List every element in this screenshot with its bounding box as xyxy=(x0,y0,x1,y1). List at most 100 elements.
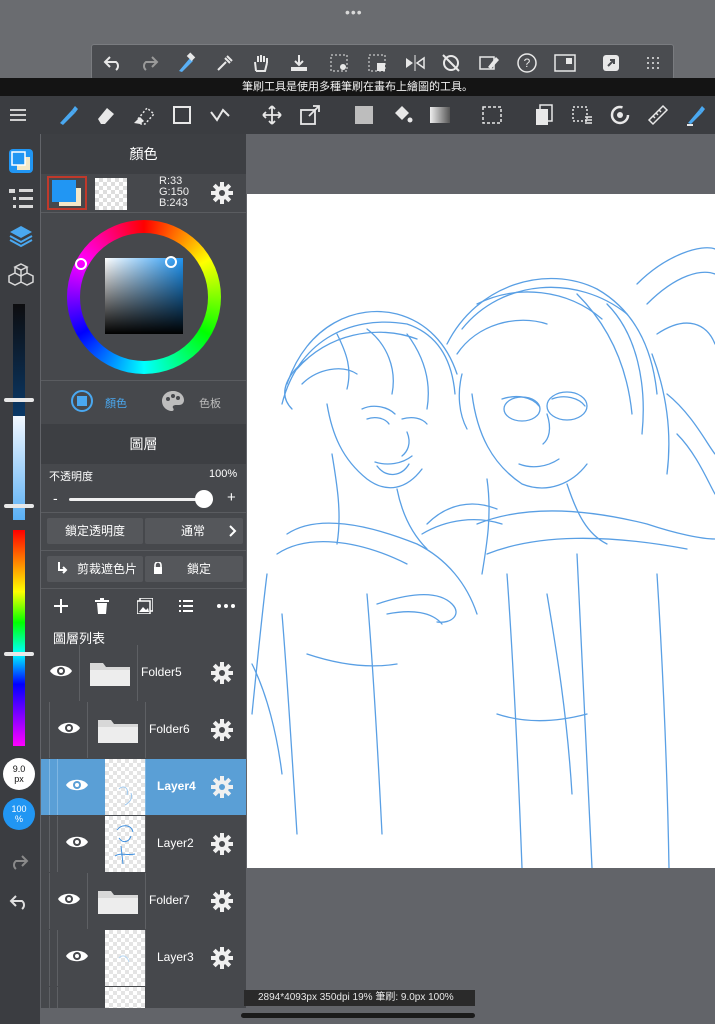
eraser-selection-icon[interactable] xyxy=(476,51,502,75)
rgb-readout: R:33 G:150 B:243 xyxy=(159,176,189,209)
transparent-color-swatch[interactable] xyxy=(95,178,127,210)
layer-settings-gear-icon[interactable] xyxy=(211,890,233,912)
side-panel: 顏色 R:33 G:150 B:243 顏色 色板 圖層 不透明度 100% -… xyxy=(41,134,246,1008)
lock-layer-button[interactable]: 鎖定 xyxy=(145,556,243,582)
clipping-mask-button[interactable]: 剪裁遮色片 xyxy=(47,556,143,582)
bucket-tool-icon[interactable] xyxy=(388,101,416,129)
home-indicator[interactable] xyxy=(241,1013,475,1018)
saturation-value-square[interactable] xyxy=(105,258,183,334)
opacity-value: 100% xyxy=(209,468,238,480)
brush-size-handle[interactable] xyxy=(4,398,34,402)
selection-tool-icon[interactable] xyxy=(478,101,506,129)
rotate-canvas-icon[interactable] xyxy=(606,101,634,129)
sketch-artwork xyxy=(251,247,715,868)
more-options-icon[interactable] xyxy=(217,604,235,608)
redo-icon[interactable] xyxy=(136,51,162,75)
selection-menu-icon[interactable] xyxy=(568,101,596,129)
layer-row-partial[interactable] xyxy=(41,987,246,1008)
transform-tool-icon[interactable] xyxy=(296,101,324,129)
visibility-eye-icon[interactable] xyxy=(65,833,89,851)
opacity-minus-button[interactable]: - xyxy=(53,490,58,506)
color-panel-toggle-icon[interactable] xyxy=(8,148,34,174)
grid-icon[interactable] xyxy=(640,51,666,75)
eyedropper-icon[interactable] xyxy=(212,51,238,75)
opacity-plus-button[interactable]: + xyxy=(227,489,236,506)
eraser-select-icon[interactable] xyxy=(130,101,158,129)
sv-picker-handle[interactable] xyxy=(165,256,177,268)
redo-side-icon[interactable] xyxy=(9,854,29,870)
undo-side-icon[interactable] xyxy=(9,894,29,910)
layer-thumbnail xyxy=(105,930,145,986)
layer-settings-gear-icon[interactable] xyxy=(211,719,233,741)
layers-list-icon[interactable] xyxy=(530,101,558,129)
opacity-badge[interactable]: 100 % xyxy=(3,798,35,830)
hue-handle[interactable] xyxy=(4,652,34,656)
ruler-icon[interactable] xyxy=(644,101,672,129)
shape-tool-icon[interactable] xyxy=(168,101,196,129)
layer-row-layer2[interactable]: Layer2 xyxy=(41,816,246,872)
polyline-tool-icon[interactable] xyxy=(206,101,234,129)
tab-color-label[interactable]: 顏色 xyxy=(105,395,127,411)
layers-panel-icon[interactable] xyxy=(8,224,34,248)
multitask-dots[interactable]: ••• xyxy=(345,4,363,20)
select-transform-icon[interactable] xyxy=(326,51,352,75)
layer-row-folder7[interactable]: Folder7 xyxy=(41,873,246,929)
layer-row-layer3[interactable]: Layer3 xyxy=(41,930,246,986)
layer-settings-gear-icon[interactable] xyxy=(211,776,233,798)
tool-hint-bar: 筆刷工具是使用多種筆刷在畫布上繪圖的工具。 xyxy=(0,78,715,96)
layer-name: Folder6 xyxy=(149,722,190,736)
color-settings-gear-icon[interactable] xyxy=(211,182,233,204)
visibility-eye-icon[interactable] xyxy=(57,719,81,737)
layer-opacity-knob[interactable] xyxy=(195,490,213,508)
layer-tree-icon[interactable] xyxy=(9,188,33,210)
layer-row-layer4[interactable]: Layer4 xyxy=(41,759,246,815)
menu-icon[interactable] xyxy=(4,101,32,129)
left-rail: 9.0 px 100 % xyxy=(0,134,40,1024)
import-icon[interactable] xyxy=(286,51,312,75)
opacity-badge-value: 100 xyxy=(11,804,27,814)
hue-picker-handle[interactable] xyxy=(75,258,87,270)
share-icon[interactable] xyxy=(598,51,624,75)
layer-name: Layer4 xyxy=(157,779,196,793)
opacity-handle[interactable] xyxy=(4,504,34,508)
layer-image-icon[interactable] xyxy=(137,598,153,614)
add-layer-icon[interactable] xyxy=(53,598,69,614)
help-icon[interactable]: ? xyxy=(514,51,540,75)
layer-properties-icon[interactable] xyxy=(179,599,193,613)
visibility-eye-icon[interactable] xyxy=(57,890,81,908)
blend-mode-select[interactable]: 通常 xyxy=(145,518,243,544)
brush-tool-icon[interactable] xyxy=(54,101,82,129)
select-fill-icon[interactable] xyxy=(364,51,390,75)
visibility-eye-icon[interactable] xyxy=(49,662,73,680)
undo-icon[interactable] xyxy=(100,51,126,75)
materials-icon[interactable] xyxy=(8,262,34,286)
hue-slider[interactable] xyxy=(13,530,25,746)
pen-settings-icon[interactable] xyxy=(682,101,710,129)
move-tool-icon[interactable] xyxy=(258,101,286,129)
tab-color[interactable] xyxy=(71,390,93,412)
visibility-eye-icon[interactable] xyxy=(65,776,89,794)
layer-row-folder5[interactable]: Folder5 xyxy=(41,645,246,701)
gradient-tool-icon[interactable] xyxy=(426,101,454,129)
layer-settings-gear-icon[interactable] xyxy=(211,662,233,684)
layer-opacity-slider[interactable] xyxy=(69,490,213,508)
eraser-tool-icon[interactable] xyxy=(92,101,120,129)
tab-palette-label[interactable]: 色板 xyxy=(199,395,221,411)
visibility-eye-icon[interactable] xyxy=(65,947,89,965)
window-icon[interactable] xyxy=(552,51,578,75)
rotate-off-icon[interactable] xyxy=(438,51,464,75)
hand-icon[interactable] xyxy=(248,51,274,75)
lock-alpha-button[interactable]: 鎖定透明度 xyxy=(47,518,143,544)
lock-label: 鎖定 xyxy=(187,562,212,576)
brush-size-badge[interactable]: 9.0 px xyxy=(3,758,35,790)
fill-color-icon[interactable] xyxy=(350,101,378,129)
layer-settings-gear-icon[interactable] xyxy=(211,947,233,969)
drawing-canvas[interactable] xyxy=(247,194,715,868)
delete-layer-icon[interactable] xyxy=(95,598,109,614)
current-color-swatch[interactable] xyxy=(47,176,87,210)
layer-row-folder6[interactable]: Folder6 xyxy=(41,702,246,758)
tab-palette-icon[interactable] xyxy=(161,390,185,412)
flip-icon[interactable] xyxy=(402,51,428,75)
layer-settings-gear-icon[interactable] xyxy=(211,833,233,855)
brush-eraser-toggle-icon[interactable] xyxy=(174,51,200,75)
